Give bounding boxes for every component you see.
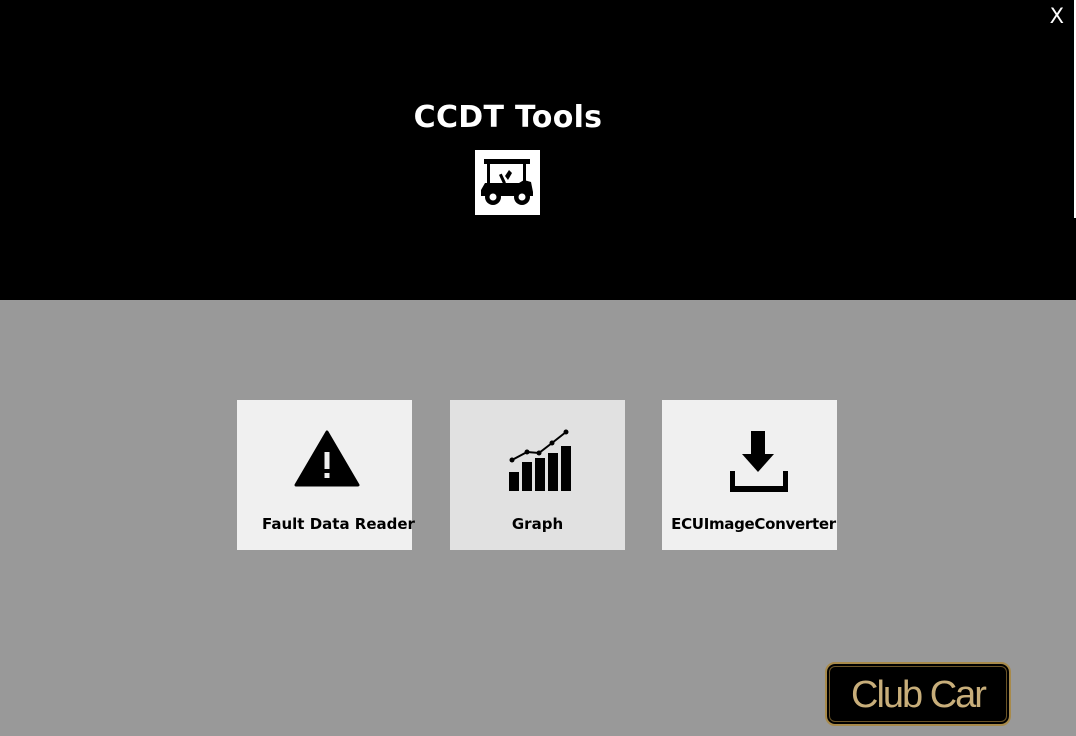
page-title: CCDT Tools [413, 100, 603, 135]
header-panel: X CCDT Tools [0, 0, 1076, 300]
tool-label: ECUImageConverter [671, 515, 836, 533]
graph-button[interactable]: Graph [450, 400, 625, 550]
brand-logo-text: Club Car [851, 674, 987, 716]
tool-label: Graph [511, 515, 564, 533]
ccdt-tools-window: X CCDT Tools Fault Data Reader Graph ECU… [0, 0, 1076, 736]
download-icon [662, 426, 837, 496]
chart-icon [450, 426, 625, 496]
club-car-logo: Club Car [825, 662, 1011, 726]
golf-cart-icon [475, 150, 540, 215]
ecu-image-converter-button[interactable]: ECUImageConverter [662, 400, 837, 550]
tool-label: Fault Data Reader [262, 515, 415, 533]
close-button[interactable]: X [1050, 4, 1064, 28]
fault-data-reader-button[interactable]: Fault Data Reader [237, 400, 415, 550]
warning-icon [237, 426, 412, 496]
